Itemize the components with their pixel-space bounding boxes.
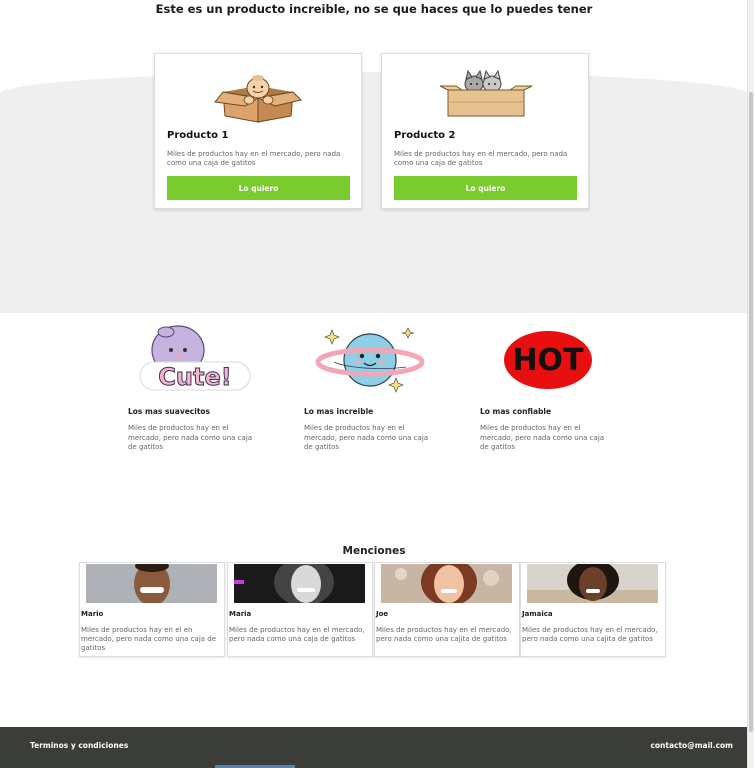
mention-name: Mario xyxy=(81,610,104,618)
smiling-planet-icon xyxy=(304,322,444,397)
product-title: Producto 1 xyxy=(167,130,229,141)
landing-page: Este es un producto increible, no se que… xyxy=(0,0,748,768)
feature-title: Lo mas confiable xyxy=(480,407,552,416)
feature-most-incredible: Lo mas increible Miles de productos hay … xyxy=(304,322,444,453)
mention-description: Miles de productos hay en el mercado, pe… xyxy=(376,626,512,643)
terms-link[interactable]: Terminos y condiciones xyxy=(30,741,128,750)
avatar-photo xyxy=(86,564,217,603)
mention-card-mario: Mario Miles de productos hay en el en me… xyxy=(79,562,225,657)
mention-description: Miles de productos hay en el mercado, pe… xyxy=(229,626,365,643)
mention-name: Jamaica xyxy=(522,610,553,618)
feature-softest: Cute! Los mas suavecitos Miles de produc… xyxy=(128,322,268,453)
svg-text:HOT: HOT xyxy=(512,343,584,378)
buy-button-product-2[interactable]: Lo quiero xyxy=(394,176,577,200)
hot-sticker-icon: HOT xyxy=(480,322,620,397)
feature-most-reliable: HOT Lo mas confiable Miles de productos … xyxy=(480,322,620,453)
scrollbar-thumb[interactable] xyxy=(749,92,753,732)
mention-card-joe: Joe Miles de productos hay en el mercado… xyxy=(374,562,520,657)
mention-card-jamaica: Jamaica Miles de productos hay en el mer… xyxy=(520,562,666,657)
product-card-1: Producto 1 Miles de productos hay en el … xyxy=(154,53,362,209)
mention-name: Maria xyxy=(229,610,252,618)
scrollbar[interactable] xyxy=(747,0,754,768)
feature-description: Miles de productos hay en el mercado, pe… xyxy=(480,424,605,451)
mention-description: Miles de productos hay en el mercado, pe… xyxy=(522,626,658,643)
page-headline: Este es un producto increible, no se que… xyxy=(155,2,593,16)
svg-text:Cute!: Cute! xyxy=(158,363,231,391)
feature-title: Lo mas increible xyxy=(304,407,374,416)
mention-card-maria: Maria Miles de productos hay en el merca… xyxy=(227,562,373,657)
mention-name: Joe xyxy=(376,610,389,618)
avatar-photo xyxy=(527,564,658,603)
avatar-photo xyxy=(381,564,512,603)
product-description: Miles de productos hay en el mercado, pe… xyxy=(394,150,568,167)
cats-in-box-icon xyxy=(382,62,588,126)
buy-button-product-1[interactable]: Lo quiero xyxy=(167,176,350,200)
mentions-heading: Menciones xyxy=(342,545,406,557)
cute-sticker-icon: Cute! xyxy=(128,322,268,397)
products-background-band xyxy=(0,72,748,313)
contact-email-link[interactable]: contacto@mail.com xyxy=(650,741,733,750)
product-card-2: Producto 2 Miles de productos hay en el … xyxy=(381,53,589,209)
feature-description: Miles de productos hay en el mercado, pe… xyxy=(128,424,253,451)
feature-title: Los mas suavecitos xyxy=(128,407,211,416)
page-footer: Terminos y condiciones contacto@mail.com xyxy=(0,727,748,768)
product-title: Producto 2 xyxy=(394,130,456,141)
feature-description: Miles de productos hay en el mercado, pe… xyxy=(304,424,429,451)
product-description: Miles de productos hay en el mercado, pe… xyxy=(167,150,341,167)
baby-in-box-icon xyxy=(155,62,361,126)
avatar-photo xyxy=(234,564,365,603)
mention-description: Miles de productos hay en el en mercado,… xyxy=(81,626,217,652)
